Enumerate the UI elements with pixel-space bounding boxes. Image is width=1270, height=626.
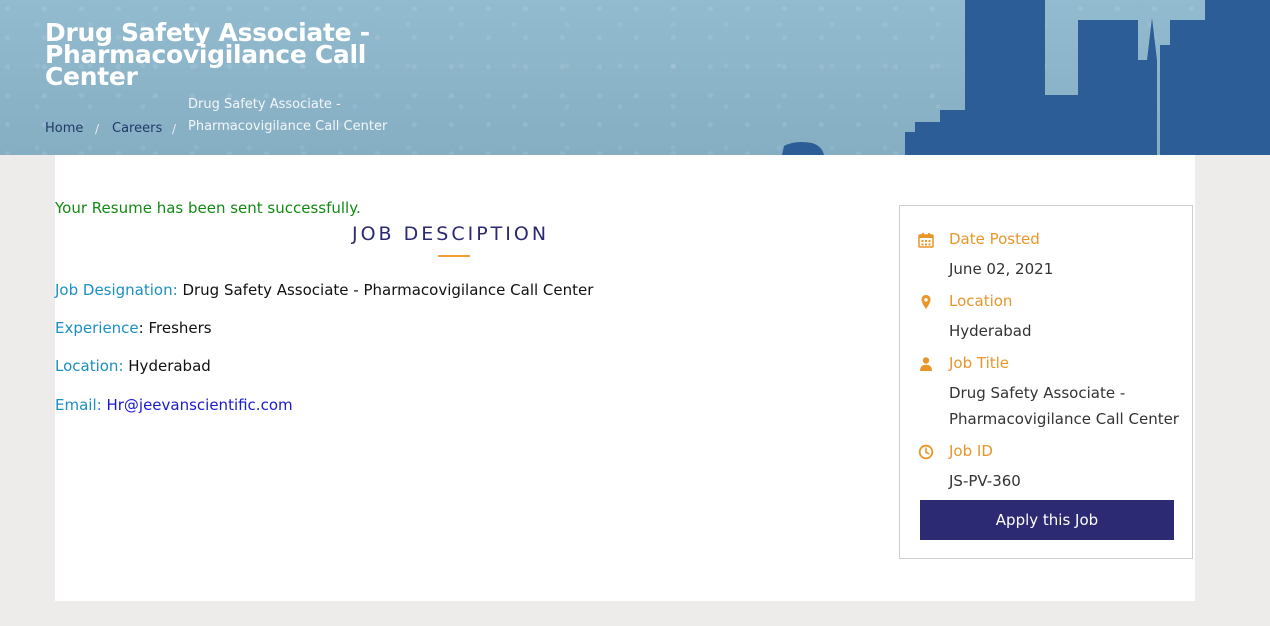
job-designation-row: Job Designation: Drug Safety Associate -… xyxy=(55,281,593,299)
job-id-label: Job ID xyxy=(949,442,993,460)
email-row: Email: Hr@jeevanscientific.com xyxy=(55,396,293,414)
location-label: Location: xyxy=(55,357,124,375)
location-value: Hyderabad xyxy=(128,357,211,375)
apply-job-button[interactable]: Apply this Job xyxy=(920,500,1174,540)
breadcrumb-separator: / xyxy=(95,122,100,136)
success-message: Your Resume has been sent successfully. xyxy=(55,199,361,217)
email-link[interactable]: Hr@jeevanscientific.com xyxy=(106,396,292,414)
job-designation-value: Drug Safety Associate - Pharmacovigilanc… xyxy=(182,281,594,299)
breadcrumb-home-link[interactable]: Home xyxy=(45,121,83,136)
breadcrumb-careers-link[interactable]: Careers xyxy=(112,121,162,136)
page-title: Drug Safety Associate - Pharmacovigilanc… xyxy=(45,18,370,91)
title-underline xyxy=(438,255,470,257)
job-summary-box: Date Posted June 02, 2021 Location Hyder… xyxy=(899,205,1193,559)
section-title: JOB DESCIPTION xyxy=(352,223,550,245)
location-label: Location xyxy=(949,292,1013,310)
breadcrumb-separator: / xyxy=(172,122,177,136)
job-detail-panel: Your Resume has been sent successfully. … xyxy=(55,155,1195,601)
job-title-label: Job Title xyxy=(949,354,1010,372)
map-pin-icon xyxy=(921,295,931,309)
experience-row: Experience: Freshers xyxy=(55,319,212,337)
clock-icon xyxy=(918,444,934,460)
job-designation-label: Job Designation: xyxy=(55,281,178,299)
date-posted-value: June 02, 2021 xyxy=(949,260,1054,278)
calendar-icon xyxy=(918,233,934,248)
user-icon xyxy=(920,357,932,371)
experience-value: : Freshers xyxy=(138,319,212,337)
page-banner: Drug Safety Associate - Pharmacovigilanc… xyxy=(0,0,1270,155)
location-row: Location: Hyderabad xyxy=(55,357,211,375)
email-label: Email: xyxy=(55,396,102,414)
job-title-value: Drug Safety Associate - Pharmacovigilanc… xyxy=(949,384,1179,428)
date-posted-label: Date Posted xyxy=(949,230,1040,248)
location-value: Hyderabad xyxy=(949,322,1032,340)
experience-label: Experience xyxy=(55,319,139,337)
breadcrumb-current: Drug Safety Associate - Pharmacovigilanc… xyxy=(188,97,388,134)
job-id-value: JS-PV-360 xyxy=(949,472,1021,490)
